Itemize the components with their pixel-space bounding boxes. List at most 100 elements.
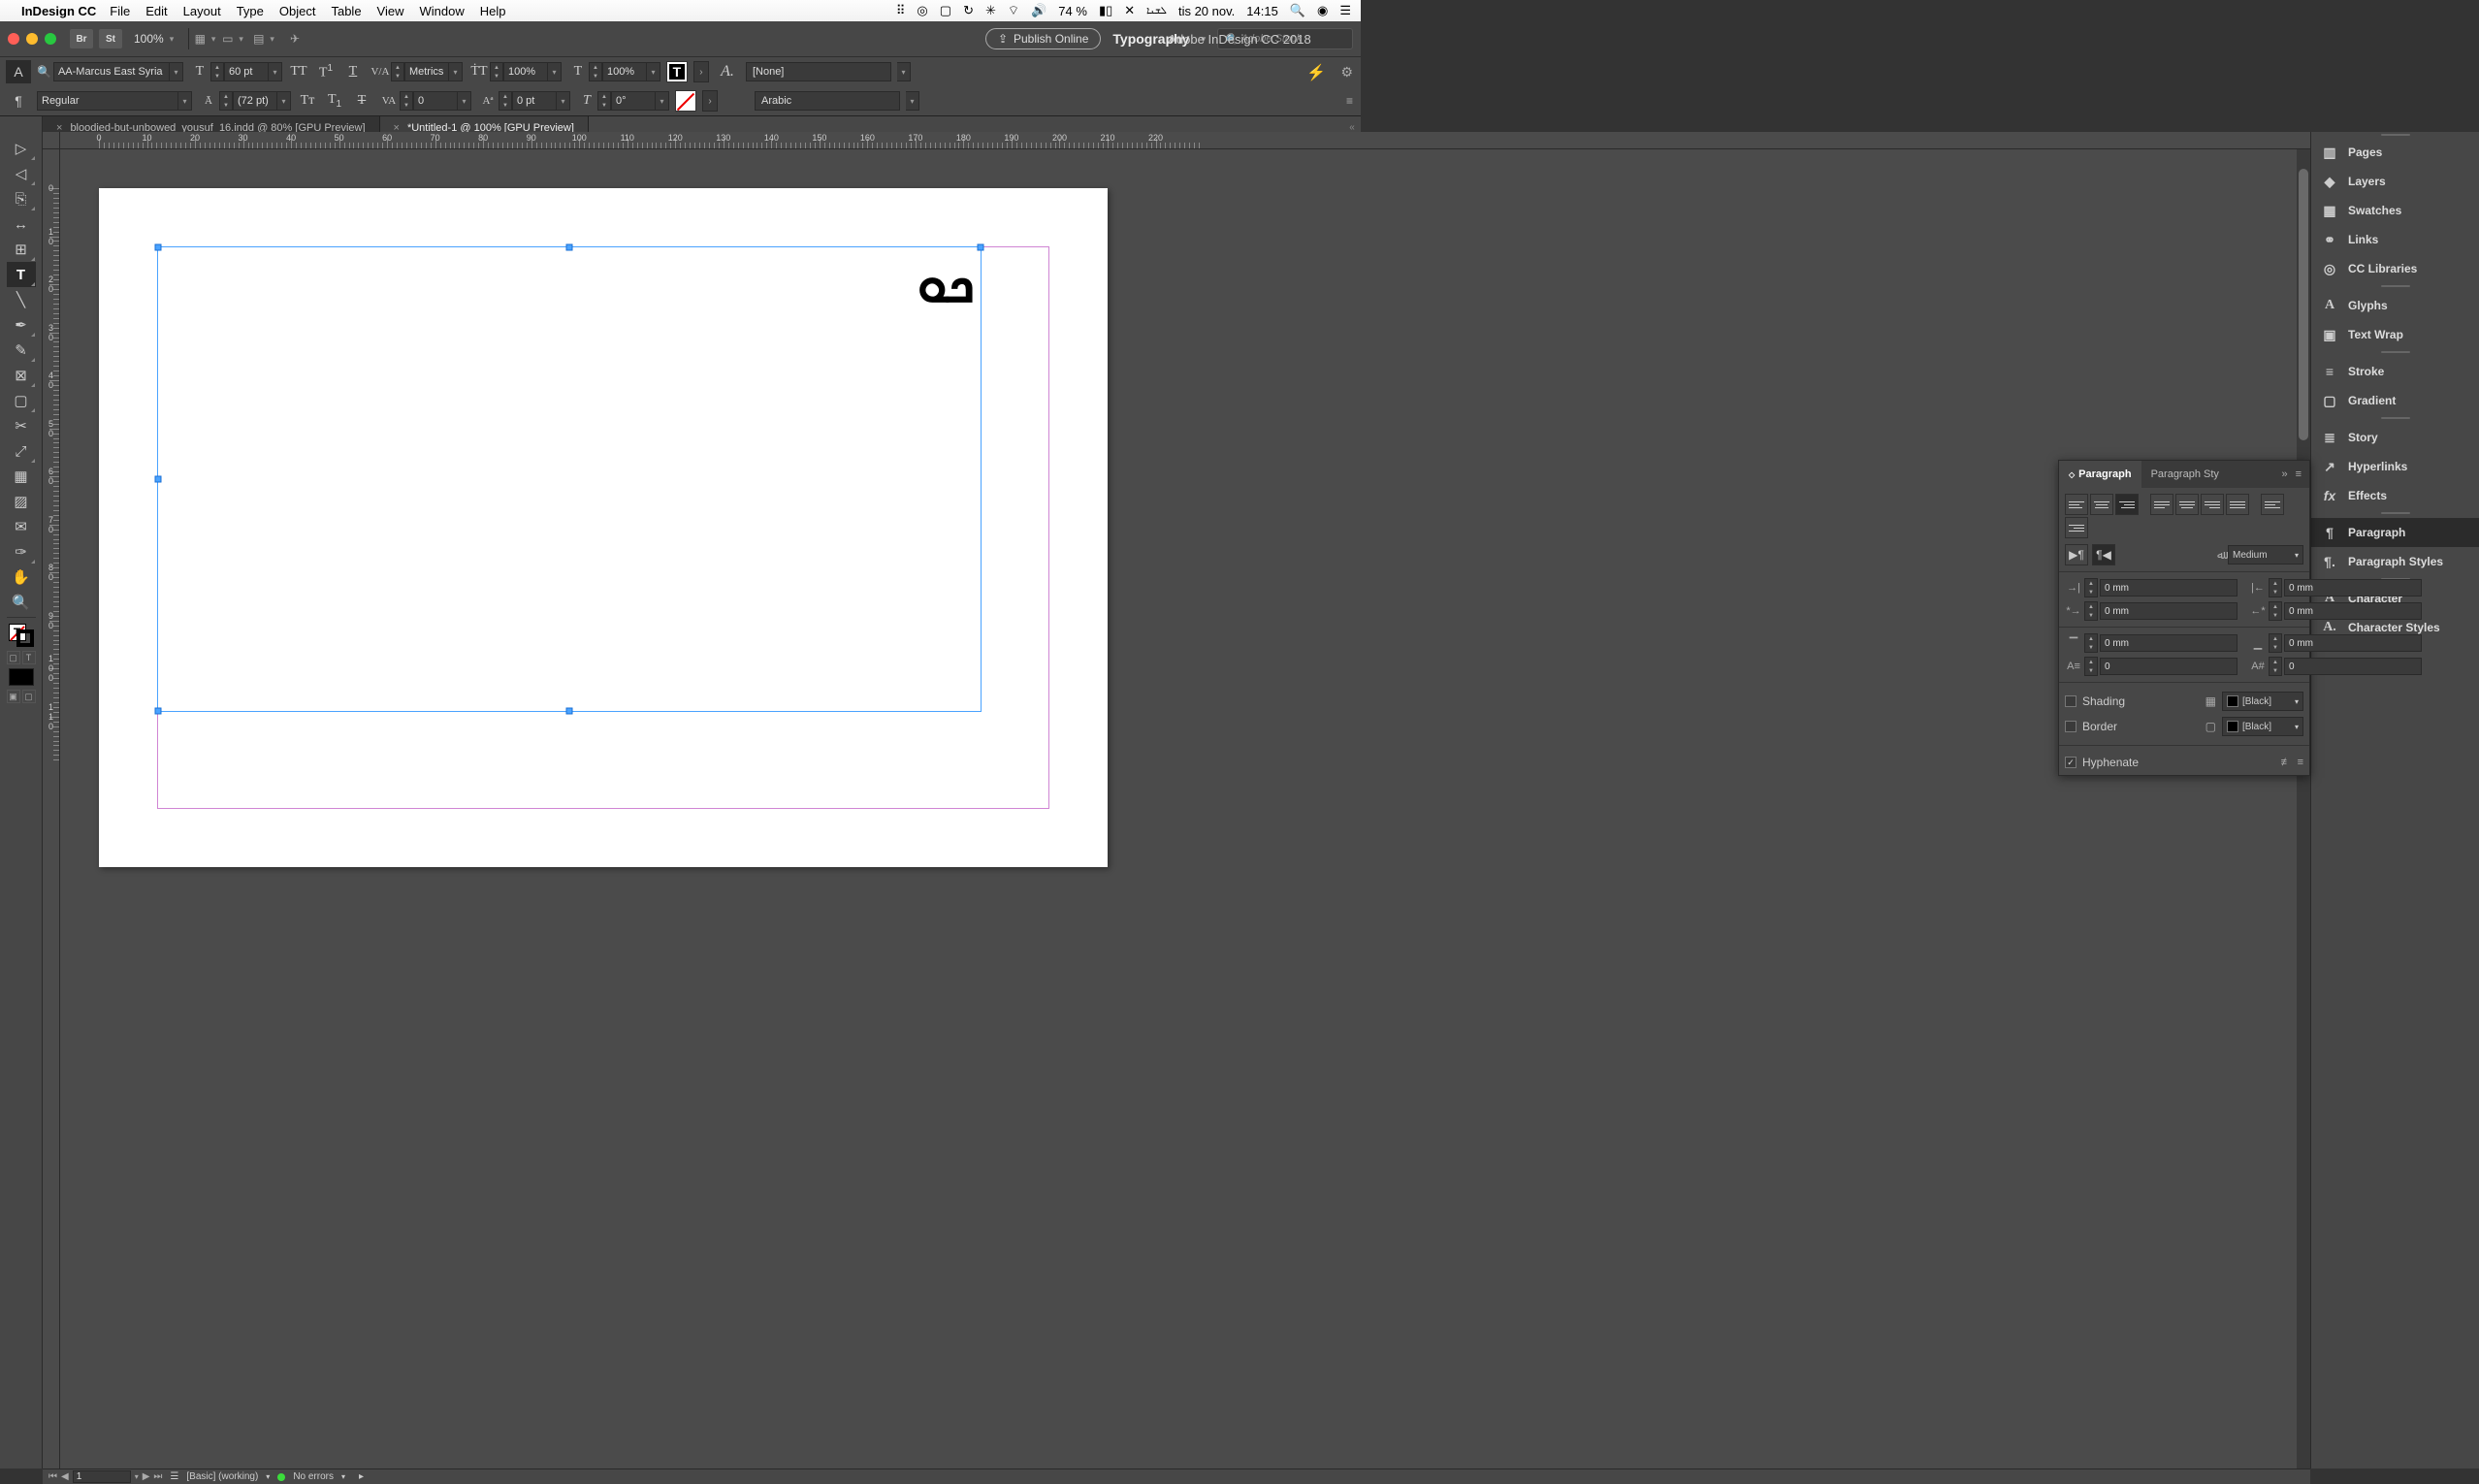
fill-stroke-control[interactable] [7,622,36,649]
screen-mode-icon[interactable]: ▭▾ [219,28,246,49]
hand-tool[interactable]: ✋ [7,565,36,590]
text-stroke-swatch[interactable] [675,90,696,112]
font-style-input[interactable] [37,91,178,111]
view-options-icon[interactable]: ▦▾ [188,28,215,49]
panel-gradient[interactable]: ▢Gradient [2311,386,2479,415]
panel-menu-icon[interactable]: ≡ [2296,468,2302,480]
menu-help[interactable]: Help [480,4,506,18]
last-line-input[interactable] [2284,602,2422,620]
menu-object[interactable]: Object [279,4,316,18]
panel-expand-icon[interactable]: » [2281,468,2287,480]
gpu-icon[interactable]: ✈ [281,28,308,49]
superscript-icon[interactable]: T1 [315,63,337,81]
font-style-dropdown[interactable]: ▾ [178,91,192,111]
note-tool[interactable]: ✉ [7,514,36,539]
dropbox-icon[interactable]: ⠿ [896,3,906,18]
kerning-spinner[interactable]: ▲▼ [391,62,404,81]
timemachine-icon[interactable]: ↻ [963,3,974,18]
page-tool[interactable]: ⎘ [7,186,36,211]
text-frame[interactable]: ܟܘ [157,246,982,712]
font-size-dropdown[interactable]: ▾ [269,62,282,81]
align-away-spine[interactable] [2065,517,2088,538]
keyboard-layout-icon[interactable]: ܠܫܢܐ [1146,6,1167,16]
first-line-input[interactable] [2100,602,2238,620]
baseline-spinner[interactable]: ▲▼ [499,91,512,111]
spotlight-icon[interactable]: 🔍 [1290,3,1305,18]
menubar-date[interactable]: tis 20 nov. [1178,4,1235,18]
bluetooth-icon[interactable]: ✳ [985,3,996,18]
menu-table[interactable]: Table [331,4,361,18]
panel-cc-libraries[interactable]: ◎CC Libraries [2311,254,2479,283]
skew-input[interactable] [611,91,656,111]
align-center[interactable] [2090,494,2113,515]
arrange-icon[interactable]: ▤▾ [250,28,277,49]
preflight-menu-icon[interactable]: ☰ [170,1471,178,1482]
kerning-dropdown[interactable]: ▾ [449,62,463,81]
character-style-dropdown[interactable]: [None] [746,62,891,81]
window-close[interactable] [8,33,19,45]
space-after-spinner[interactable]: ▲▼ [2269,633,2282,653]
last-line-spinner[interactable]: ▲▼ [2269,601,2282,621]
dropcap-lines-spinner[interactable]: ▲▼ [2084,657,2098,676]
prev-page-icon[interactable]: ◀ [61,1471,69,1482]
indent-right-spinner[interactable]: ▲▼ [2269,578,2282,597]
formatting-container-icon[interactable]: ▢ [7,651,20,664]
quick-apply-icon[interactable]: ⚡ [1306,63,1326,82]
page-number-input[interactable] [73,1470,131,1483]
last-page-icon[interactable]: ⏭ [153,1471,162,1482]
window-maximize[interactable] [45,33,56,45]
border-checkbox[interactable] [2065,721,2077,732]
dropcap-chars-input[interactable] [2284,658,2422,675]
pen-tool[interactable]: ✒ [7,312,36,338]
panel-story[interactable]: ≣Story [2311,423,2479,452]
menu-edit[interactable]: Edit [145,4,167,18]
first-page-icon[interactable]: ⏮ [48,1471,57,1482]
hscale-dropdown[interactable]: ▾ [647,62,660,81]
free-transform-tool[interactable]: ⤢ [7,438,36,464]
wifi-icon[interactable]: ⌔ [1008,3,1019,18]
space-before-spinner[interactable]: ▲▼ [2084,633,2098,653]
menu-window[interactable]: Window [420,4,465,18]
text-fill-swatch[interactable]: T [666,61,688,82]
language-dropdown[interactable]: Arabic [755,91,900,111]
siri-icon[interactable]: ◉ [1317,3,1328,18]
justify-all[interactable] [2226,494,2249,515]
volume-icon[interactable]: 🔊 [1031,3,1046,18]
baseline-grid-on-icon[interactable]: ≡ [2298,757,2303,768]
smallcaps-icon[interactable]: Tᴛ [297,93,318,109]
baseline-dropdown[interactable]: ▾ [557,91,570,111]
horizontal-ruler[interactable]: 0102030405060708090100110120130140150160… [60,132,2310,149]
menuextra-icon[interactable]: ✕ [1124,3,1135,18]
align-towards-spine[interactable] [2261,494,2284,515]
cc-status-icon[interactable]: ◎ [917,3,927,18]
menu-view[interactable]: View [377,4,404,18]
panel-pages[interactable]: ▥Pages [2311,138,2479,167]
next-page-icon[interactable]: ▶ [143,1471,150,1482]
justify-right[interactable] [2201,494,2224,515]
justify-center[interactable] [2175,494,2199,515]
ruler-origin[interactable] [43,132,60,149]
character-mode-icon[interactable]: A [6,60,31,83]
underline-icon[interactable]: T [342,64,364,80]
justify-left[interactable] [2150,494,2173,515]
menu-layout[interactable]: Layout [183,4,221,18]
kerning-input[interactable] [404,62,449,81]
paragraph-styles-tab[interactable]: Paragraph Sty [2141,461,2229,488]
indent-left-spinner[interactable]: ▲▼ [2084,578,2098,597]
panel-paragraph-styles[interactable]: ¶.Paragraph Styles [2311,547,2479,576]
selection-tool[interactable]: ▷ [7,136,36,161]
gradient-swatch-tool[interactable]: ▦ [7,464,36,489]
space-before-input[interactable] [2100,634,2238,652]
shading-checkbox[interactable] [2065,695,2077,707]
bridge-button[interactable]: Br [70,29,93,48]
type-tool[interactable]: T [7,262,36,287]
tracking-dropdown[interactable]: ▾ [458,91,471,111]
formatting-text-icon[interactable]: T [22,651,36,664]
leading-spinner[interactable]: ▲▼ [219,91,233,111]
vertical-scrollbar[interactable] [2297,149,2310,1468]
preflight-profile[interactable]: [Basic] (working) [186,1471,258,1482]
menu-type[interactable]: Type [237,4,264,18]
vscale-spinner[interactable]: ▲▼ [490,62,503,81]
panel-text-wrap[interactable]: ▣Text Wrap [2311,320,2479,349]
indent-right-input[interactable] [2284,579,2422,597]
